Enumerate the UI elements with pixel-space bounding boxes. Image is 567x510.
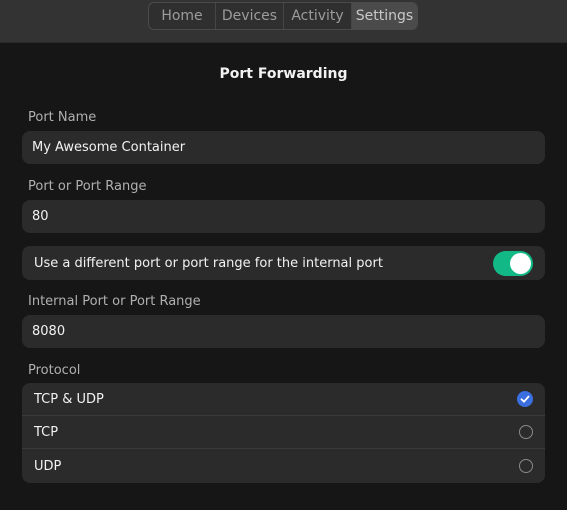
protocol-option-tcp[interactable]: TCP <box>22 416 545 449</box>
toggle-knob <box>510 252 531 274</box>
tab-home[interactable]: Home <box>149 3 216 29</box>
protocol-option-label: TCP & UDP <box>34 391 104 407</box>
tab-activity[interactable]: Activity <box>284 3 352 29</box>
protocol-option-label: UDP <box>34 458 62 474</box>
protocol-label: Protocol <box>28 363 81 378</box>
page-title: Port Forwarding <box>219 66 348 82</box>
internal-port-input[interactable] <box>32 324 535 339</box>
top-navigation-bar: Home Devices Activity Settings <box>0 0 567 43</box>
protocol-option-label: TCP <box>34 424 59 440</box>
port-name-input[interactable] <box>32 140 535 155</box>
port-range-field <box>22 200 545 233</box>
port-range-label: Port or Port Range <box>28 179 147 194</box>
internal-port-toggle-row: Use a different port or port range for t… <box>22 246 545 280</box>
protocol-option-udp[interactable]: UDP <box>22 449 545 483</box>
tab-devices[interactable]: Devices <box>216 3 284 29</box>
checkmark-icon[interactable] <box>517 391 533 407</box>
radio-circle-icon[interactable] <box>519 425 533 439</box>
port-name-label: Port Name <box>28 110 97 125</box>
port-name-field <box>22 131 545 164</box>
internal-port-toggle-label: Use a different port or port range for t… <box>34 255 383 271</box>
internal-port-label: Internal Port or Port Range <box>28 294 201 309</box>
radio-circle-icon[interactable] <box>519 459 533 473</box>
protocol-option-tcp-udp[interactable]: TCP & UDP <box>22 383 545 416</box>
port-range-input[interactable] <box>32 209 535 224</box>
tab-segmented-control: Home Devices Activity Settings <box>148 2 418 30</box>
tab-settings[interactable]: Settings <box>352 3 417 29</box>
internal-port-toggle-switch[interactable] <box>493 250 533 276</box>
internal-port-field <box>22 315 545 348</box>
protocol-options-list: TCP & UDP TCP UDP <box>22 383 545 483</box>
